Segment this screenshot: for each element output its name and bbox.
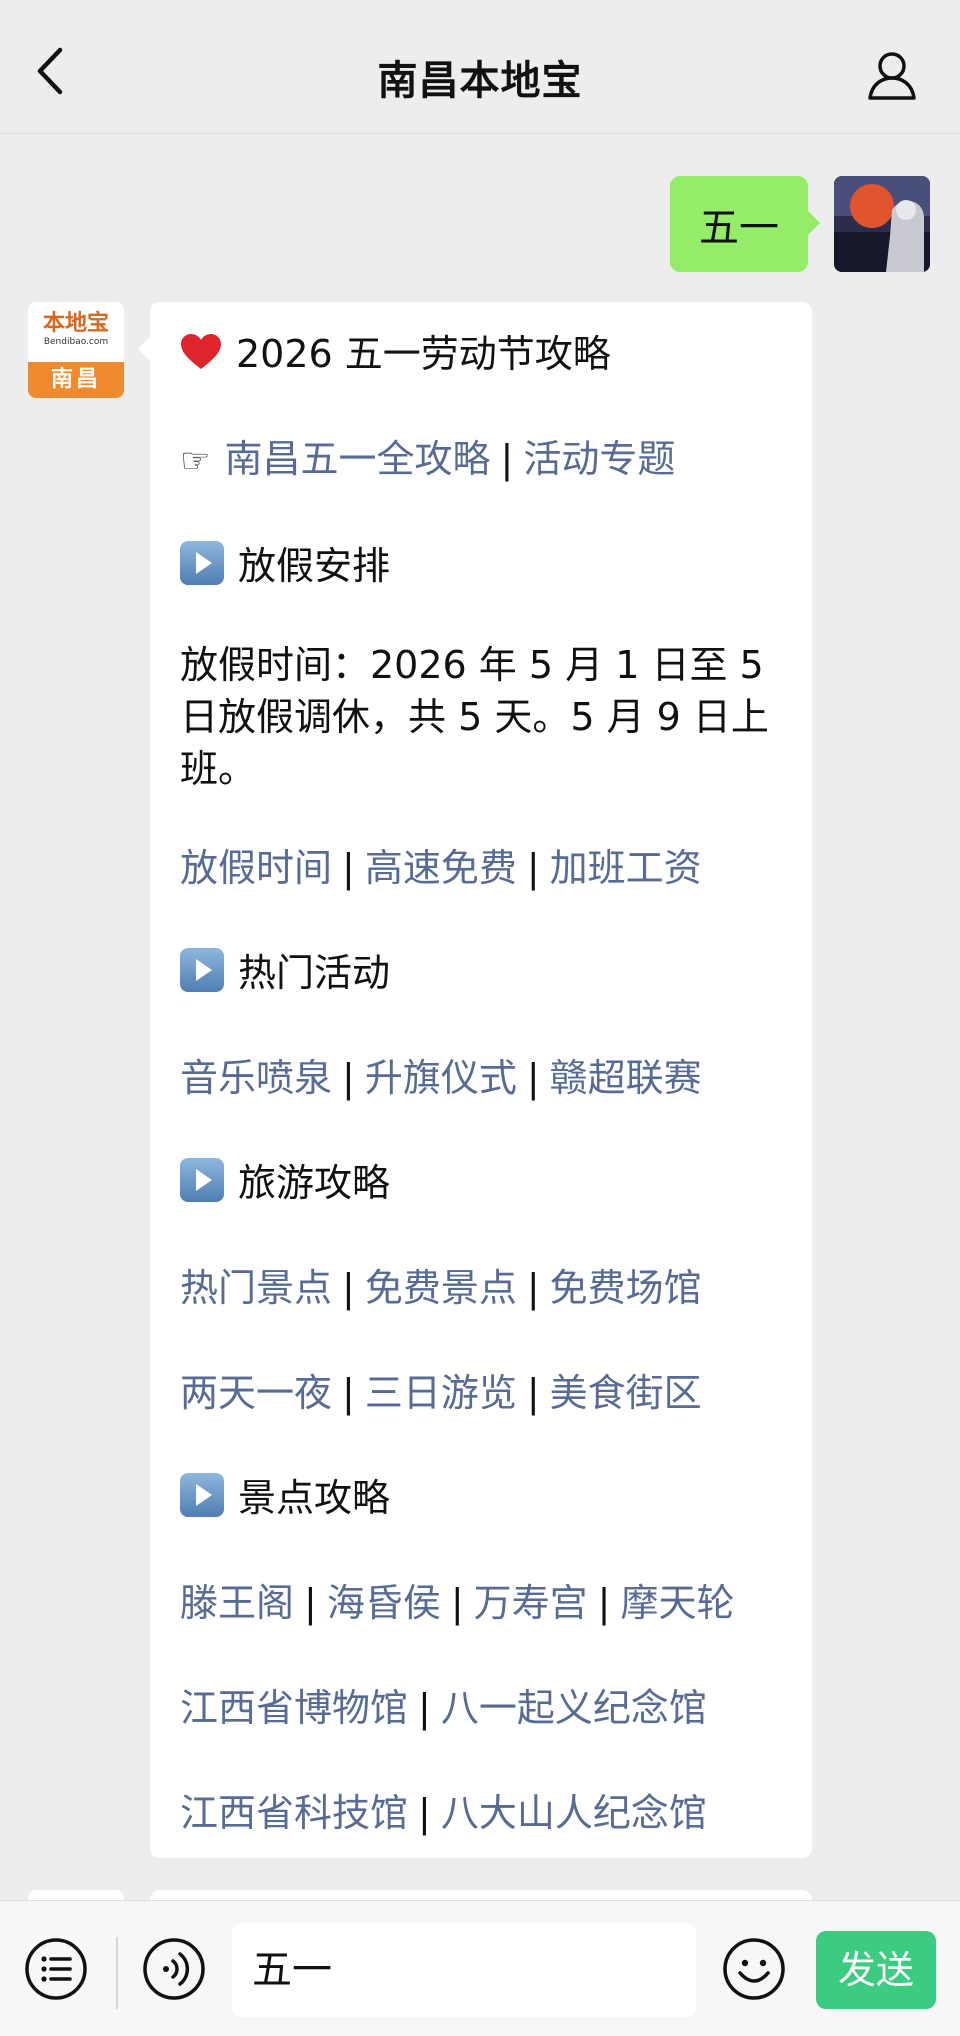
play-button-icon bbox=[180, 1158, 224, 1202]
input-bar: 五一 发送 bbox=[0, 1900, 960, 2036]
section-heading: 旅游攻略 bbox=[180, 1151, 782, 1215]
topic-link[interactable]: 高速免费 bbox=[365, 846, 517, 890]
bot-avatar-brand: 本地宝 bbox=[42, 310, 109, 336]
message-input[interactable]: 五一 bbox=[232, 1923, 696, 2017]
bot-avatar-city: 南昌 bbox=[28, 362, 124, 398]
user-avatar-image bbox=[834, 176, 930, 272]
send-button[interactable]: 发送 bbox=[816, 1931, 936, 2009]
topic-link[interactable]: 三日游览 bbox=[365, 1371, 517, 1415]
pointing-hand-icon: ☞ bbox=[180, 441, 211, 481]
section-heading: 景点攻略 bbox=[180, 1466, 782, 1530]
topic-link[interactable]: 海昏侯 bbox=[327, 1581, 441, 1625]
message-title-text: 2026 五一劳动节攻略 bbox=[236, 332, 611, 376]
topic-link[interactable]: 免费景点 bbox=[365, 1266, 517, 1310]
topic-link[interactable]: 热门景点 bbox=[180, 1266, 332, 1310]
section-heading: 放假安排 bbox=[180, 534, 782, 598]
link-row: 江西省科技馆 | 八大山人纪念馆 bbox=[180, 1791, 707, 1835]
chat-area[interactable]: 五一 本地宝 Bendibao.com 南昌 2026 五一劳动节攻略 ☞ 南昌… bbox=[0, 134, 960, 1900]
topic-link[interactable]: 美食街区 bbox=[550, 1371, 702, 1415]
play-button-icon bbox=[180, 948, 224, 992]
heart-icon bbox=[181, 334, 221, 369]
footer-divider bbox=[116, 1937, 118, 2009]
message-title: 2026 五一劳动节攻略 bbox=[180, 322, 782, 386]
topic-link[interactable]: 加班工资 bbox=[550, 846, 702, 890]
link-row: 热门景点 | 免费景点 | 免费场馆 bbox=[180, 1266, 702, 1310]
topic-link[interactable]: 摩天轮 bbox=[620, 1581, 734, 1625]
topic-link[interactable]: 放假时间 bbox=[180, 846, 332, 890]
voice-icon[interactable] bbox=[142, 1937, 206, 2001]
play-button-icon bbox=[180, 1473, 224, 1517]
link-row: 两天一夜 | 三日游览 | 美食街区 bbox=[180, 1371, 702, 1415]
user-avatar[interactable] bbox=[834, 176, 930, 272]
next-message-bubble[interactable] bbox=[150, 1890, 812, 1900]
next-message-avatar[interactable] bbox=[28, 1890, 124, 1900]
guide-links-row: ☞ 南昌五一全攻略 | 活动专题 bbox=[180, 437, 676, 481]
play-button-icon bbox=[180, 541, 224, 585]
menu-list-icon[interactable] bbox=[24, 1937, 88, 2001]
section-heading: 热门活动 bbox=[180, 941, 782, 1005]
topic-link[interactable]: 赣超联赛 bbox=[550, 1056, 702, 1100]
topic-link[interactable]: 江西省科技馆 bbox=[180, 1791, 408, 1835]
bot-avatar-url: Bendibao.com bbox=[43, 337, 109, 347]
link-row: 放假时间 | 高速免费 | 加班工资 bbox=[180, 846, 702, 890]
link-row: 滕王阁 | 海昏侯 | 万寿宫 | 摩天轮 bbox=[180, 1581, 735, 1625]
emoji-icon[interactable] bbox=[722, 1937, 786, 2001]
user-message-bubble[interactable]: 五一 bbox=[670, 176, 820, 272]
link-row: 江西省博物馆 | 八一起义纪念馆 bbox=[180, 1686, 707, 1730]
bot-avatar[interactable]: 本地宝 Bendibao.com 南昌 bbox=[28, 302, 124, 398]
topic-link[interactable]: 升旗仪式 bbox=[365, 1056, 517, 1100]
guide-link[interactable]: 活动专题 bbox=[523, 437, 675, 481]
user-message-text: 五一 bbox=[699, 205, 779, 251]
topic-link[interactable]: 八大山人纪念馆 bbox=[441, 1791, 707, 1835]
topic-link[interactable]: 万寿宫 bbox=[474, 1581, 588, 1625]
topic-link[interactable]: 免费场馆 bbox=[550, 1266, 702, 1310]
link-row: 音乐喷泉 | 升旗仪式 | 赣超联赛 bbox=[180, 1056, 702, 1100]
person-icon[interactable] bbox=[866, 50, 918, 102]
guide-link[interactable]: 南昌五一全攻略 bbox=[224, 437, 490, 481]
topic-link[interactable]: 滕王阁 bbox=[180, 1581, 294, 1625]
topic-link[interactable]: 两天一夜 bbox=[180, 1371, 332, 1415]
topic-link[interactable]: 江西省博物馆 bbox=[180, 1686, 408, 1730]
topic-link[interactable]: 八一起义纪念馆 bbox=[441, 1686, 707, 1730]
bot-message-bubble: 2026 五一劳动节攻略 ☞ 南昌五一全攻略 | 活动专题 放假安排 放假时间：202… bbox=[138, 302, 812, 1858]
chat-header: 南昌本地宝 bbox=[0, 0, 960, 134]
chat-title: 南昌本地宝 bbox=[377, 58, 583, 104]
topic-link[interactable]: 音乐喷泉 bbox=[180, 1056, 332, 1100]
holiday-paragraph: 放假时间：2026 年 5 月 1 日至 5 日放假调休，共 5 天。5 月 9… bbox=[180, 643, 769, 791]
